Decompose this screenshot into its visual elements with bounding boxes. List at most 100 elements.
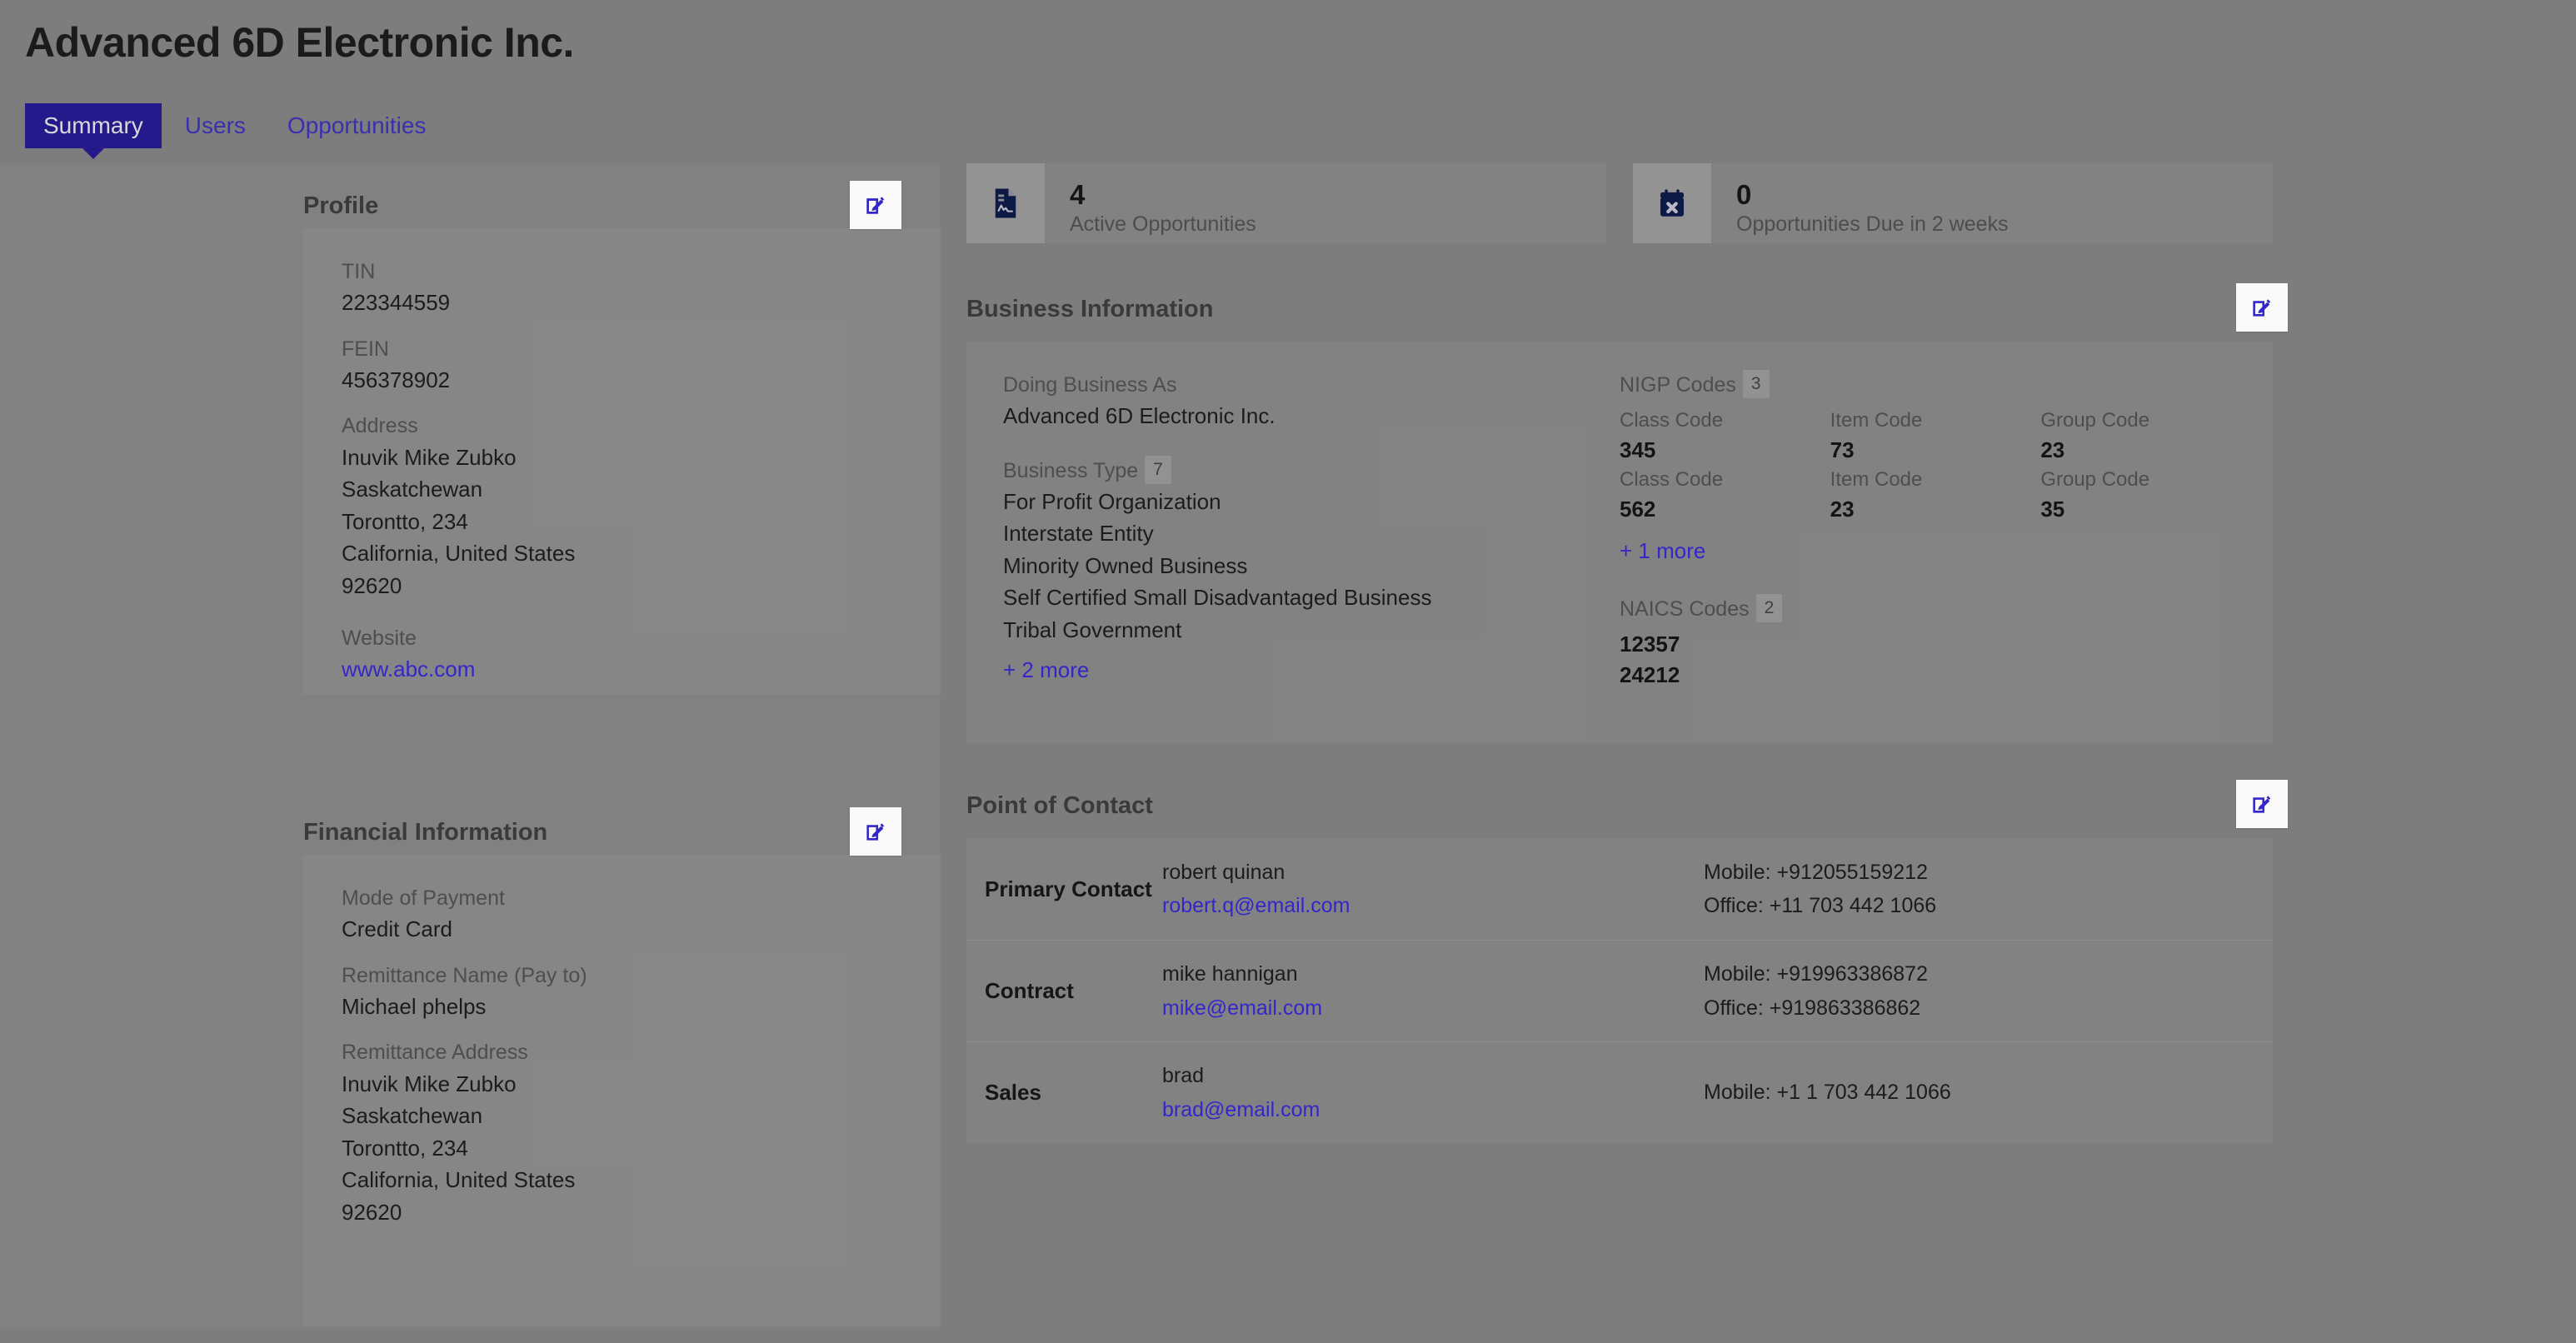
- business-information-card: Doing Business As Advanced 6D Electronic…: [966, 342, 2273, 743]
- stat-card-opportunities-due[interactable]: 0 Opportunities Due in 2 weeks: [1633, 163, 2273, 243]
- stat-card-active-opportunities[interactable]: 4 Active Opportunities: [966, 163, 1606, 243]
- profile-website-link[interactable]: www.abc.com: [342, 653, 903, 685]
- nigp-class-code-label: Class Code: [1620, 409, 1724, 432]
- business-type-show-more-link[interactable]: + 2 more: [1003, 654, 1620, 686]
- nigp-class-code-label: Class Code: [1620, 468, 1724, 492]
- poc-email-link[interactable]: robert.q@email.com: [1162, 889, 1704, 923]
- right-column: 4 Active Opportunities 0 Opportunities D…: [966, 163, 2288, 1330]
- poc-phones: Mobile: +1 1 703 442 1066: [1704, 1076, 1951, 1110]
- poc-person: robert quinan robert.q@email.com: [1162, 856, 1704, 923]
- poc-mobile: Mobile: +912055159212: [1704, 860, 1928, 884]
- profile-fein-label: FEIN: [342, 337, 389, 361]
- point-of-contact-title: Point of Contact: [966, 791, 1153, 819]
- page-title: Advanced 6D Electronic Inc.: [25, 19, 574, 66]
- business-information-right: NIGP Codes 3 Class Code Item Code Group C…: [1620, 370, 2236, 708]
- profile-tin-label: TIN: [342, 260, 376, 283]
- edit-pencil-icon: [2250, 296, 2274, 319]
- financial-card: Mode of Payment Credit Card Remittance N…: [303, 855, 941, 1326]
- financial-remit-address-label: Remittance Address: [342, 1041, 528, 1065]
- business-type-label-row: Business Type 7: [1003, 455, 1620, 486]
- nigp-group-code-label: Group Code: [2040, 468, 2150, 492]
- tab-users[interactable]: Users: [167, 103, 264, 148]
- stat-opportunities-due-label: Opportunities Due in 2 weeks: [1736, 212, 2009, 237]
- business-type-item: For Profit Organization: [1003, 488, 1221, 514]
- nigp-codes-grid: Class Code Item Code Group Code 345 73 2…: [1620, 407, 2236, 525]
- stat-active-opportunities-text: 4 Active Opportunities: [1045, 163, 1256, 243]
- nigp-codes-block: NIGP Codes 3 Class Code Item Code Group C…: [1620, 370, 2236, 567]
- nigp-codes-label: NIGP Codes: [1620, 373, 1736, 397]
- financial-payment-value: Credit Card: [342, 916, 452, 942]
- profile-address-value: Inuvik Mike Zubko Saskatchewan Torontto,…: [342, 444, 576, 598]
- nigp-item-code-label: Item Code: [1830, 468, 1923, 492]
- nigp-item-code-label: Item Code: [1830, 409, 1923, 432]
- profile-field-website: Website www.abc.com: [342, 623, 903, 686]
- poc-name: robert quinan: [1162, 860, 1286, 884]
- poc-phones: Mobile: +912055159212 Office: +11 703 44…: [1704, 856, 1936, 923]
- profile-address-label: Address: [342, 414, 418, 438]
- poc-name: mike hannigan: [1162, 962, 1298, 986]
- table-row: Contract mike hannigan mike@email.com Mo…: [966, 940, 2273, 1041]
- poc-office: Office: +919863386862: [1704, 996, 1921, 1020]
- edit-pencil-icon: [864, 193, 887, 217]
- edit-financial-button[interactable]: [850, 807, 901, 856]
- poc-email-link[interactable]: mike@email.com: [1162, 991, 1704, 1026]
- poc-type: Contract: [985, 978, 1074, 1003]
- poc-mobile: Mobile: +919963386872: [1704, 962, 1928, 986]
- financial-field-remittance-address: Remittance Address Inuvik Mike Zubko Sas…: [342, 1037, 903, 1228]
- financial-field-remittance-name: Remittance Name (Pay to) Michael phelps: [342, 961, 903, 1023]
- table-row: Primary Contact robert quinan robert.q@e…: [966, 838, 2273, 940]
- nigp-group-code-value: 23: [2040, 437, 2065, 463]
- poc-phones: Mobile: +919963386872 Office: +919863386…: [1704, 957, 1928, 1025]
- profile-field-fein: FEIN 456378902: [342, 334, 903, 397]
- tab-summary[interactable]: Summary: [25, 103, 162, 148]
- nigp-codes-count-badge: 3: [1742, 370, 1770, 399]
- poc-email-link[interactable]: brad@email.com: [1162, 1093, 1704, 1127]
- business-type-block: Business Type 7 For Profit Organization I…: [1003, 455, 1620, 686]
- business-type-item: Tribal Government: [1003, 617, 1182, 642]
- profile-card: TIN 223344559 FEIN 456378902 Address Inu…: [303, 228, 941, 695]
- poc-type: Primary Contact: [985, 876, 1152, 901]
- naics-codes-label-row: NAICS Codes 2: [1620, 593, 2236, 624]
- naics-codes-label: NAICS Codes: [1620, 597, 1750, 621]
- nigp-item-code-value: 73: [1830, 437, 1855, 463]
- tab-bar: Summary Users Opportunities: [25, 103, 444, 148]
- nigp-item-code-value: 23: [1830, 497, 1855, 522]
- point-of-contact-card: Primary Contact robert quinan robert.q@e…: [966, 838, 2273, 1143]
- poc-type: Sales: [985, 1080, 1041, 1105]
- financial-field-mode-of-payment: Mode of Payment Credit Card: [342, 883, 903, 946]
- poc-person: brad brad@email.com: [1162, 1059, 1704, 1126]
- nigp-codes-label-row: NIGP Codes 3: [1620, 370, 2236, 400]
- business-information-left: Doing Business As Advanced 6D Electronic…: [1003, 370, 1620, 708]
- poc-person: mike hannigan mike@email.com: [1162, 957, 1704, 1025]
- naics-codes-count-badge: 2: [1755, 593, 1783, 623]
- financial-title: Financial Information: [303, 818, 548, 846]
- business-type-item: Minority Owned Business: [1003, 552, 1248, 578]
- poc-name: brad: [1162, 1064, 1205, 1087]
- edit-pencil-icon: [864, 820, 887, 843]
- profile-website-label: Website: [342, 627, 417, 651]
- financial-remit-address-value: Inuvik Mike Zubko Saskatchewan Torontto,…: [342, 1071, 576, 1225]
- left-column: Profile TIN 223344559 FEIN 456378902 Add…: [0, 163, 941, 1330]
- financial-remit-name-label: Remittance Name (Pay to): [342, 963, 587, 987]
- naics-code-value: 24212: [1620, 662, 1680, 687]
- edit-business-information-button[interactable]: [2236, 283, 2288, 332]
- poc-office: Office: +11 703 442 1066: [1704, 894, 1937, 917]
- edit-pencil-icon: [2250, 792, 2274, 816]
- financial-payment-label: Mode of Payment: [342, 886, 505, 910]
- nigp-show-more-link[interactable]: + 1 more: [1620, 535, 2236, 567]
- business-information-title: Business Information: [966, 295, 1214, 322]
- tab-opportunities[interactable]: Opportunities: [269, 103, 445, 148]
- nigp-class-code-value: 345: [1620, 437, 1656, 463]
- calendar-x-icon: [1633, 163, 1711, 243]
- profile-field-address: Address Inuvik Mike Zubko Saskatchewan T…: [342, 411, 903, 602]
- doing-business-as-value: Advanced 6D Electronic Inc.: [1003, 403, 1276, 429]
- stat-opportunities-due-number: 0: [1736, 179, 1752, 211]
- business-type-count-badge: 7: [1145, 455, 1171, 485]
- edit-profile-button[interactable]: [850, 181, 901, 229]
- profile-title: Profile: [303, 192, 379, 219]
- profile-section-header: Profile: [303, 181, 920, 230]
- nigp-group-code-label: Group Code: [2040, 409, 2150, 432]
- edit-point-of-contact-button[interactable]: [2236, 780, 2288, 828]
- business-type-item: Self Certified Small Disadvantaged Busin…: [1003, 585, 1432, 611]
- business-type-item: Interstate Entity: [1003, 521, 1154, 547]
